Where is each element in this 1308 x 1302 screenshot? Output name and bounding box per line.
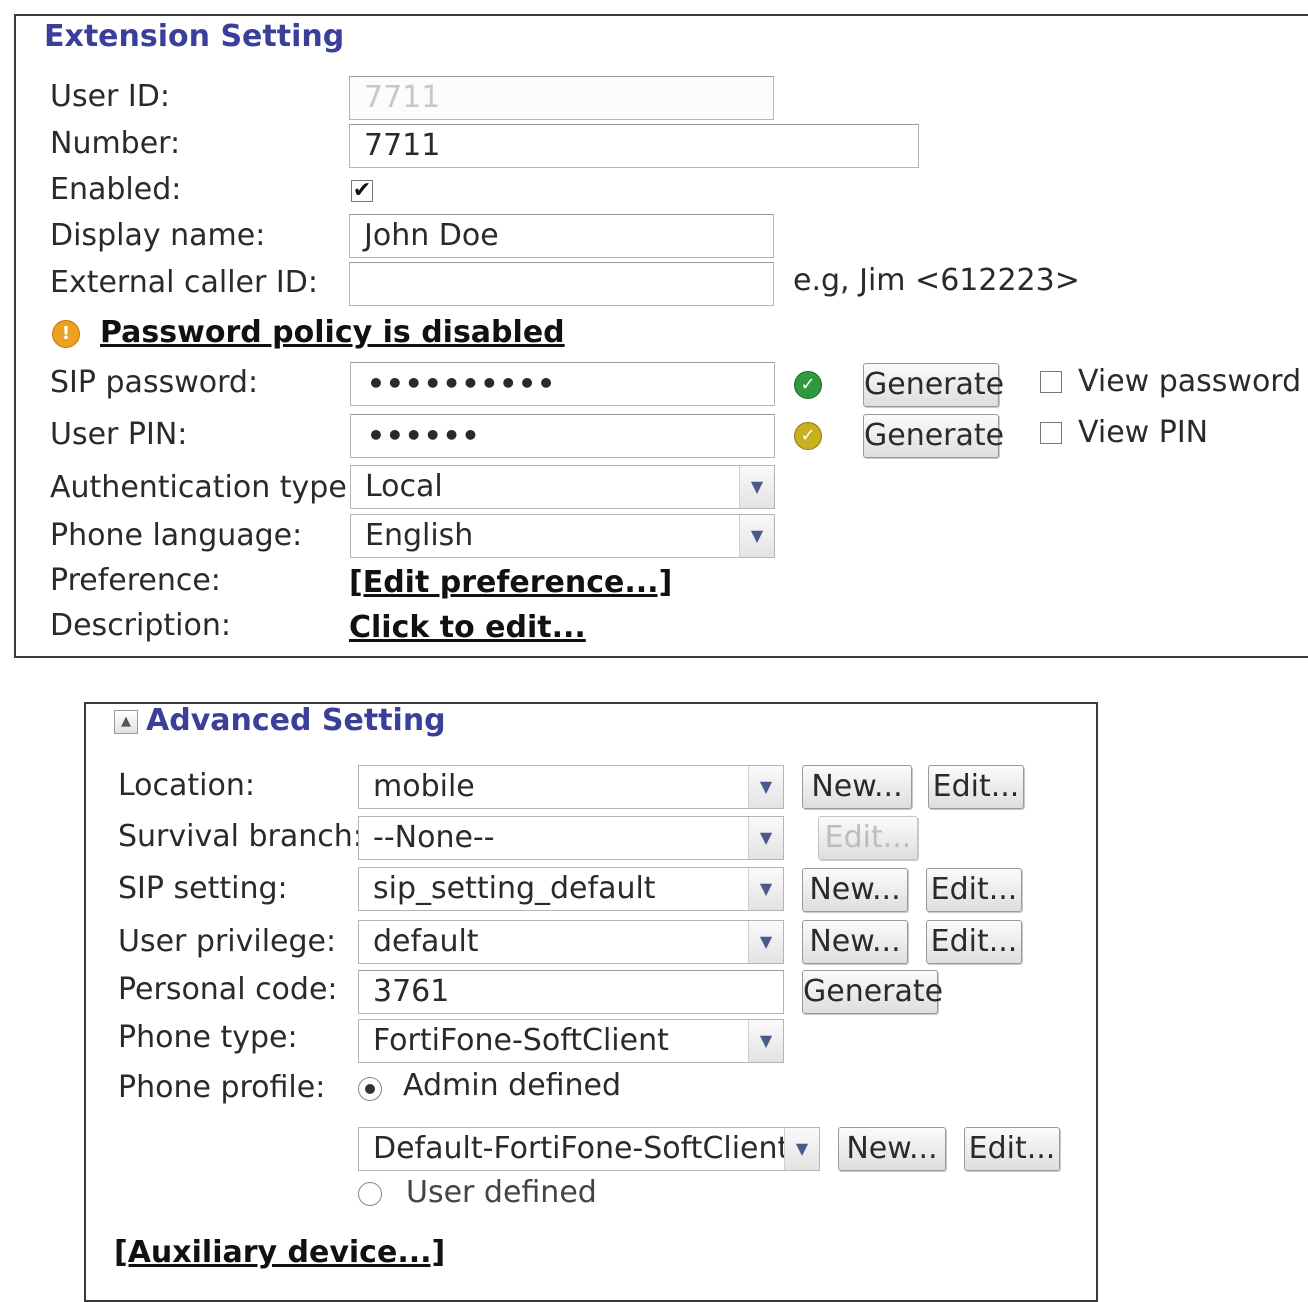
chevron-down-icon[interactable]: ▼ bbox=[748, 817, 783, 859]
chevron-down-icon[interactable]: ▼ bbox=[784, 1128, 819, 1170]
advanced-setting-legend: Advanced Setting bbox=[146, 703, 446, 738]
sip-setting-edit-button[interactable]: Edit... bbox=[926, 868, 1022, 912]
sip-password-label: SIP password: bbox=[50, 365, 259, 400]
generate-pin-button[interactable]: Generate bbox=[863, 414, 1004, 458]
phone-profile-label: Phone profile: bbox=[118, 1070, 326, 1105]
chevron-down-icon[interactable]: ▼ bbox=[748, 766, 783, 808]
personal-code-field[interactable]: 3761 bbox=[358, 970, 784, 1014]
phone-language-value: English bbox=[365, 518, 474, 553]
view-password-label: View password bbox=[1078, 364, 1302, 399]
phone-profile-select[interactable]: Default-FortiFone-SoftClient ▼ bbox=[358, 1127, 820, 1171]
warning-icon: ! bbox=[52, 320, 80, 348]
user-pin-field[interactable]: •••••• bbox=[350, 414, 775, 458]
view-pin-checkbox[interactable] bbox=[1040, 422, 1062, 444]
sip-setting-label: SIP setting: bbox=[118, 871, 288, 906]
auxiliary-device-link[interactable]: [Auxiliary device...] bbox=[114, 1236, 445, 1270]
user-id-field: 7711 bbox=[349, 76, 774, 120]
personal-code-label: Personal code: bbox=[118, 972, 338, 1007]
description-label: Description: bbox=[50, 608, 231, 643]
external-caller-id-hint: e.g, Jim <612223> bbox=[793, 263, 1080, 298]
survival-branch-label: Survival branch: bbox=[118, 819, 363, 854]
sip-setting-value: sip_setting_default bbox=[373, 871, 656, 906]
chevron-down-icon[interactable]: ▼ bbox=[739, 466, 774, 508]
number-label: Number: bbox=[50, 126, 181, 161]
chevron-down-icon[interactable]: ▼ bbox=[739, 515, 774, 557]
location-edit-button[interactable]: Edit... bbox=[928, 765, 1024, 809]
edit-preference-link[interactable]: [Edit preference...] bbox=[349, 566, 672, 600]
check-icon: ✓ bbox=[794, 371, 822, 399]
password-policy-link[interactable]: Password policy is disabled bbox=[100, 316, 565, 350]
location-select[interactable]: mobile ▼ bbox=[358, 765, 784, 809]
sip-setting-select[interactable]: sip_setting_default ▼ bbox=[358, 867, 784, 911]
location-label: Location: bbox=[118, 768, 255, 803]
phone-type-value: FortiFone-SoftClient bbox=[373, 1023, 669, 1058]
edit-description-link[interactable]: Click to edit... bbox=[349, 611, 586, 645]
admin-defined-label: Admin defined bbox=[403, 1068, 622, 1103]
chevron-down-icon[interactable]: ▼ bbox=[748, 1020, 783, 1062]
sip-password-field[interactable]: •••••••••• bbox=[350, 362, 775, 406]
user-pin-label: User PIN: bbox=[50, 417, 188, 452]
phone-profile-new-button[interactable]: New... bbox=[838, 1127, 946, 1171]
phone-type-select[interactable]: FortiFone-SoftClient ▼ bbox=[358, 1019, 784, 1063]
location-value: mobile bbox=[373, 769, 475, 804]
view-pin-label: View PIN bbox=[1078, 415, 1209, 450]
phone-language-label: Phone language: bbox=[50, 518, 303, 553]
display-name-field[interactable]: John Doe bbox=[349, 214, 774, 258]
enabled-checkbox[interactable]: ✔ bbox=[351, 180, 373, 202]
external-caller-id-label: External caller ID: bbox=[50, 265, 318, 300]
external-caller-id-field[interactable] bbox=[349, 262, 774, 306]
user-privilege-edit-button[interactable]: Edit... bbox=[926, 920, 1022, 964]
advanced-setting-legend-wrap: ▲ Advanced Setting bbox=[108, 704, 452, 738]
authentication-type-select[interactable]: Local ▼ bbox=[350, 465, 775, 509]
survival-branch-edit-button: Edit... bbox=[818, 816, 918, 860]
user-privilege-label: User privilege: bbox=[118, 924, 337, 959]
check-icon: ✓ bbox=[794, 422, 822, 450]
extension-setting-legend: Extension Setting bbox=[38, 20, 351, 54]
chevron-down-icon[interactable]: ▼ bbox=[748, 868, 783, 910]
personal-code-generate-button[interactable]: Generate bbox=[802, 970, 943, 1014]
preference-label: Preference: bbox=[50, 563, 221, 598]
user-privilege-select[interactable]: default ▼ bbox=[358, 920, 784, 964]
user-privilege-new-button[interactable]: New... bbox=[802, 920, 908, 964]
survival-branch-value: --None-- bbox=[373, 820, 495, 855]
chevron-down-icon[interactable]: ▼ bbox=[748, 921, 783, 963]
sip-setting-new-button[interactable]: New... bbox=[802, 868, 908, 912]
location-new-button[interactable]: New... bbox=[802, 765, 912, 809]
enabled-label: Enabled: bbox=[50, 172, 182, 207]
survival-branch-select[interactable]: --None-- ▼ bbox=[358, 816, 784, 860]
user-defined-label: User defined bbox=[406, 1175, 597, 1210]
phone-profile-value: Default-FortiFone-SoftClient bbox=[373, 1131, 790, 1166]
view-password-checkbox[interactable] bbox=[1040, 371, 1062, 393]
admin-defined-radio[interactable] bbox=[358, 1077, 382, 1101]
user-privilege-value: default bbox=[373, 924, 479, 959]
phone-type-label: Phone type: bbox=[118, 1020, 298, 1055]
user-id-label: User ID: bbox=[50, 79, 170, 114]
phone-profile-edit-button[interactable]: Edit... bbox=[964, 1127, 1060, 1171]
generate-sip-password-button[interactable]: Generate bbox=[863, 363, 1004, 407]
authentication-type-label: Authentication type: bbox=[50, 470, 357, 505]
collapse-up-icon[interactable]: ▲ bbox=[114, 709, 138, 734]
authentication-type-value: Local bbox=[365, 469, 443, 504]
user-defined-radio[interactable] bbox=[358, 1182, 382, 1206]
display-name-label: Display name: bbox=[50, 218, 266, 253]
phone-language-select[interactable]: English ▼ bbox=[350, 514, 775, 558]
number-field[interactable]: 7711 bbox=[349, 124, 919, 168]
